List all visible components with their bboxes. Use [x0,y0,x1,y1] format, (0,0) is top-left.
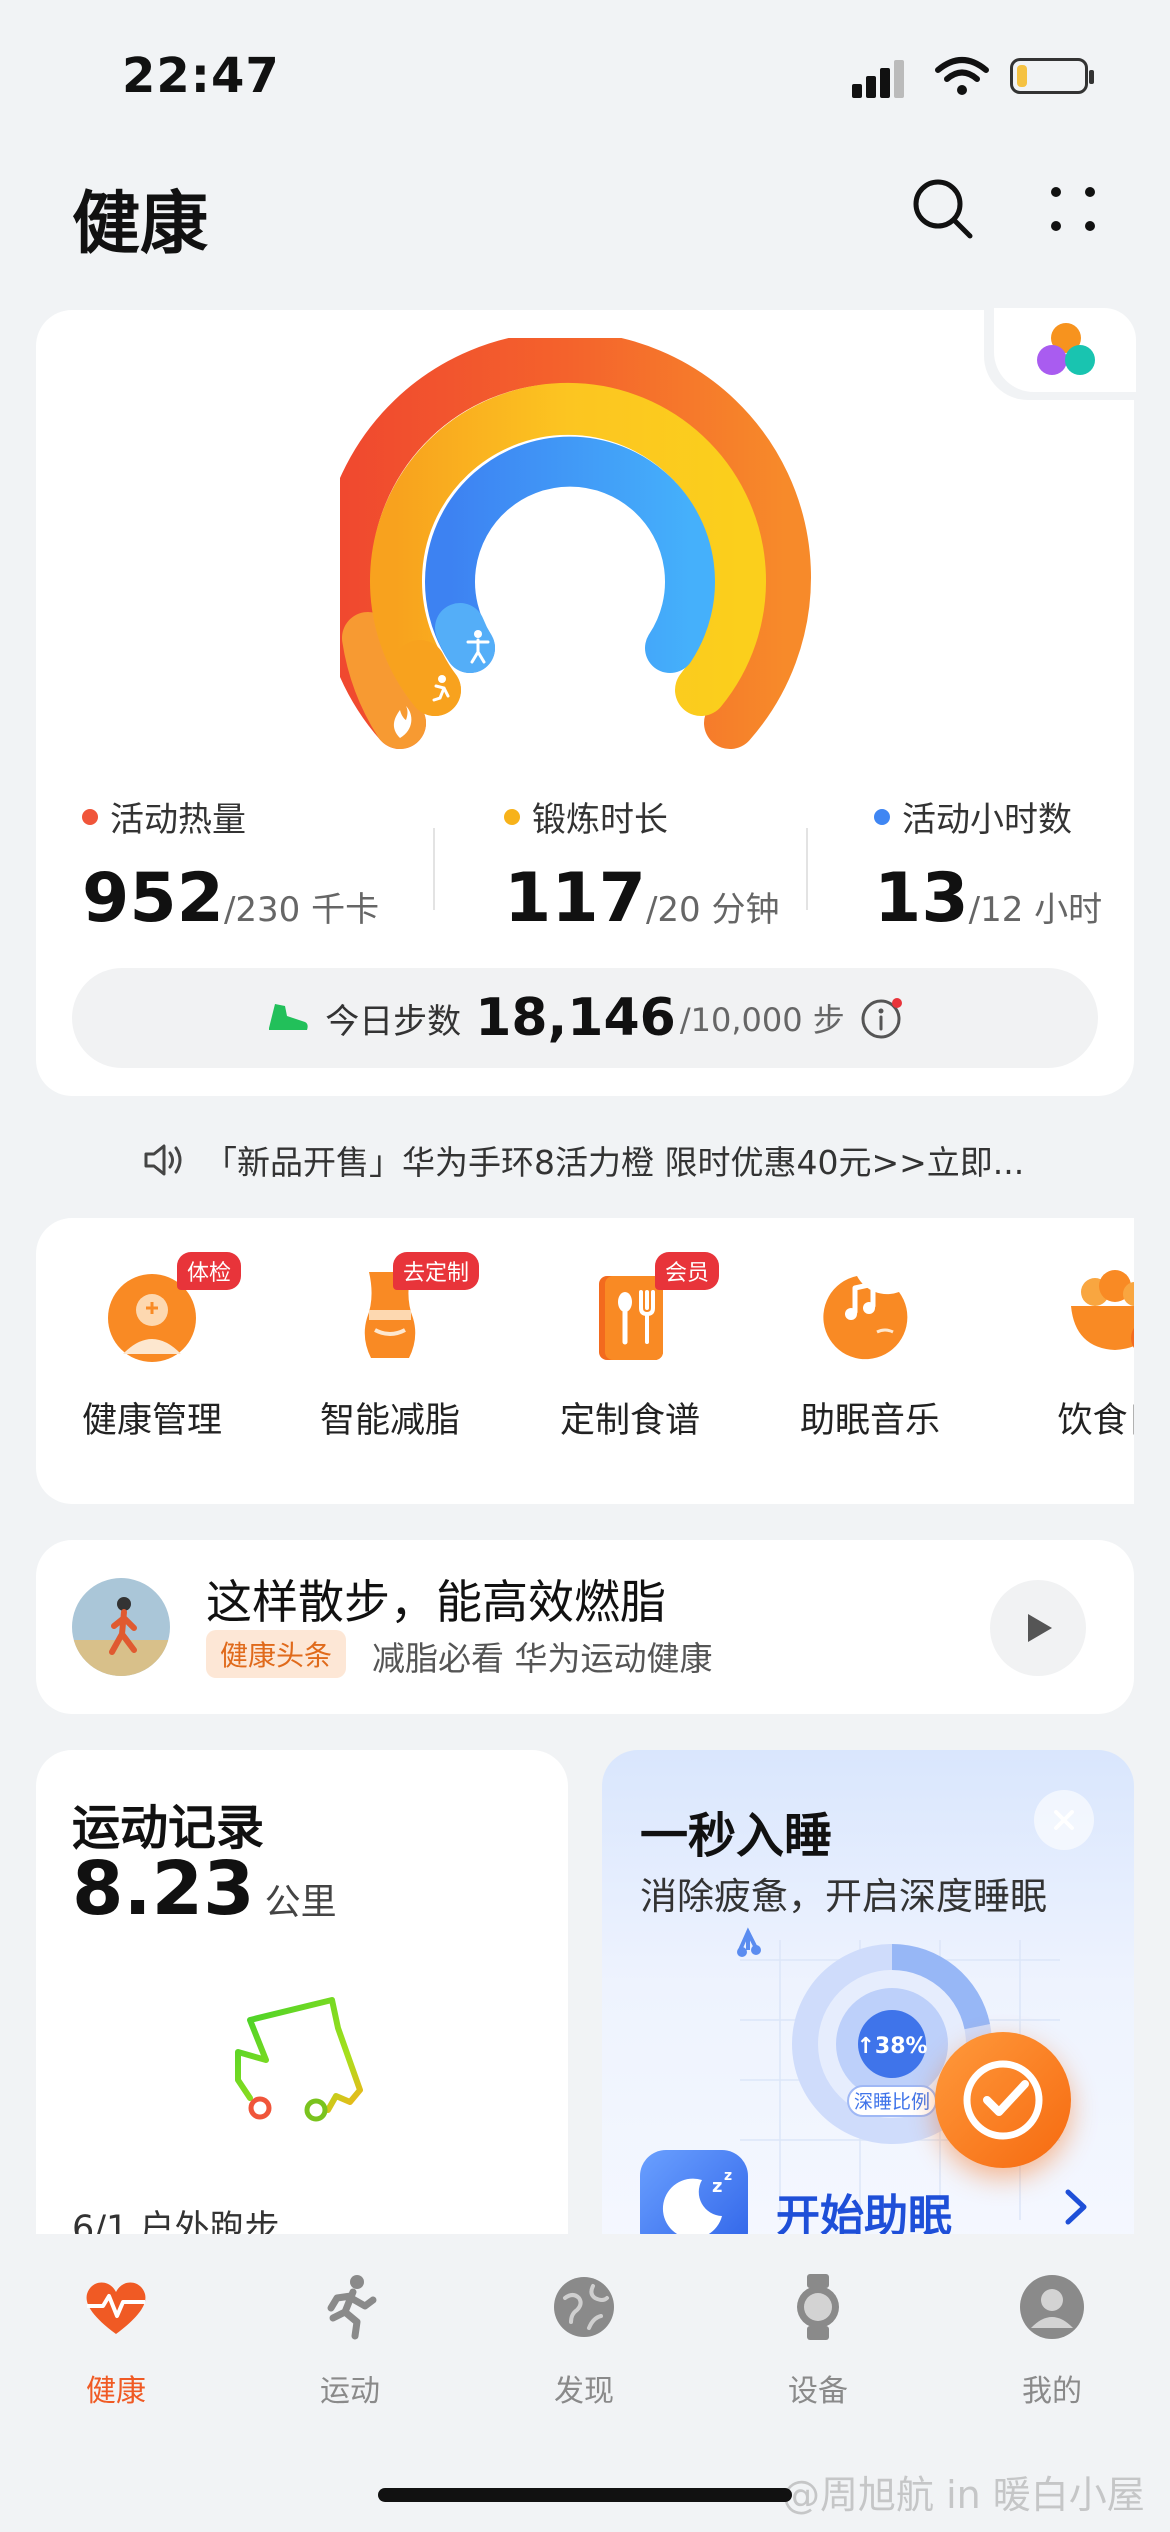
food-bowl-icon [1071,1270,1134,1350]
sleep-subtitle: 消除疲惫，开启深度睡眠 [640,1875,1047,1918]
exercise-distance: 8.23 公里 [72,1846,337,1932]
metric-exercise-duration[interactable]: 锻炼时长 117/20 分钟 [504,792,779,938]
metric-label: 活动小时数 [902,800,1072,840]
nav-label: 运动 [320,2374,380,2409]
services-carousel[interactable]: 体检 健康管理 去定制 智能减脂 会员 定制食谱 助眠音乐 饮食 [36,1218,1134,1504]
shoe-icon [269,1004,308,1030]
service-label: 定制食谱 [559,1401,700,1441]
article-subtitle: 减脂必看 华为运动健康 [372,1639,713,1678]
play-button[interactable] [990,1580,1086,1676]
check-button[interactable] [935,2032,1071,2168]
nav-item-devices[interactable]: 设备 [738,2272,898,2410]
article-tag: 健康头条 [206,1630,347,1678]
metric-goal: /230 千卡 [223,890,380,930]
wifi-icon [935,57,989,95]
sleep-percent: ↑38% [856,2034,927,2059]
service-tag: 去定制 [392,1252,479,1290]
activity-mode-switch[interactable] [984,308,1136,400]
runner-icon [327,2275,377,2340]
metric-value: 952 [82,859,224,938]
article-thumbnail [72,1578,170,1676]
tricolor-dots-icon [1037,323,1095,375]
more-options-icon[interactable] [1040,176,1106,242]
globe-icon [554,2277,614,2337]
chevron-right-icon[interactable] [1058,2184,1094,2230]
service-diet-diary[interactable]: 饮食日 [1010,1258,1134,1443]
service-tag: 会员 [654,1252,719,1290]
service-custom-recipe[interactable]: 会员 定制食谱 [530,1252,730,1443]
speaker-icon [144,1144,182,1176]
distance-unit: 公里 [264,1882,337,1923]
divider [433,828,435,910]
metric-active-energy[interactable]: 活动热量 952/230 千卡 [82,792,379,938]
service-label: 智能减脂 [319,1401,460,1441]
close-button[interactable] [1034,1790,1094,1850]
nav-item-discover[interactable]: 发现 [504,2272,664,2410]
page-title: 健康 [72,185,209,264]
watermark: @周旭航 in 暖白小屋 [782,2473,1145,2517]
service-health-management[interactable]: 体检 健康管理 [52,1252,252,1443]
nav-label: 设备 [788,2374,848,2409]
service-sleep-music[interactable]: 助眠音乐 [770,1258,970,1443]
search-icon[interactable] [910,176,976,242]
route-map [235,1997,363,2122]
play-icon [1028,1614,1052,1642]
nav-item-exercise[interactable]: 运动 [270,2272,430,2410]
metric-label: 锻炼时长 [532,800,668,840]
svg-text:z: z [724,2168,732,2184]
promo-text: 「新品开售」华为手环8活力橙 限时优惠40元>>立即... [204,1143,1025,1182]
legend-dot [504,808,520,825]
metric-value: 13 [874,859,969,938]
nav-label: 发现 [554,2374,614,2409]
legend-dot [82,808,98,825]
service-label: 饮食日 [1057,1401,1134,1441]
battery-icon [1010,58,1094,94]
person-icon [1020,2275,1084,2339]
nav-item-health[interactable]: 健康 [36,2272,196,2410]
cellular-signal-icon [852,60,904,98]
moon-music-icon [823,1276,908,1360]
sleep-caption: 深睡比例 [854,2091,930,2113]
check-circle-icon [963,2060,1043,2140]
article-title: 这样散步，能高效燃脂 [206,1575,666,1629]
info-icon[interactable] [859,995,905,1041]
steps-label: 今日步数 [325,1001,462,1042]
heart-icon [86,2282,146,2334]
activity-rings [340,338,811,749]
status-time: 22:47 [122,48,280,104]
steps-summary[interactable]: 今日步数 18,146 /10,000 步 [72,968,1098,1068]
distance-value: 8.23 [72,1846,255,1932]
steps-value: 18,146 [475,988,676,1048]
metric-goal: /12 小时 [968,890,1103,930]
metric-goal: /20 分钟 [645,890,780,930]
metric-value: 117 [504,859,646,938]
service-tag: 体检 [176,1252,241,1290]
service-label: 健康管理 [81,1401,222,1441]
metric-label: 活动热量 [110,800,246,840]
watch-icon [797,2274,839,2340]
close-icon [1054,1810,1074,1830]
nav-label: 我的 [1022,2374,1082,2409]
svg-text:z: z [712,2176,722,2197]
metric-active-hours[interactable]: 活动小时数 13/12 小时 [874,792,1102,938]
legend-dot [874,808,890,825]
steps-goal: /10,000 步 [679,1001,845,1039]
nav-item-profile[interactable]: 我的 [972,2272,1132,2410]
promo-ticker[interactable]: 「新品开售」华为手环8活力橙 限时优惠40元>>立即... [142,1136,1092,1184]
nav-label: 健康 [86,2374,146,2409]
service-label: 助眠音乐 [799,1401,940,1441]
sleep-title: 一秒入睡 [640,1808,833,1864]
service-smart-fat-loss[interactable]: 去定制 智能减脂 [290,1252,490,1443]
divider [806,828,808,910]
home-indicator[interactable] [378,2488,792,2502]
